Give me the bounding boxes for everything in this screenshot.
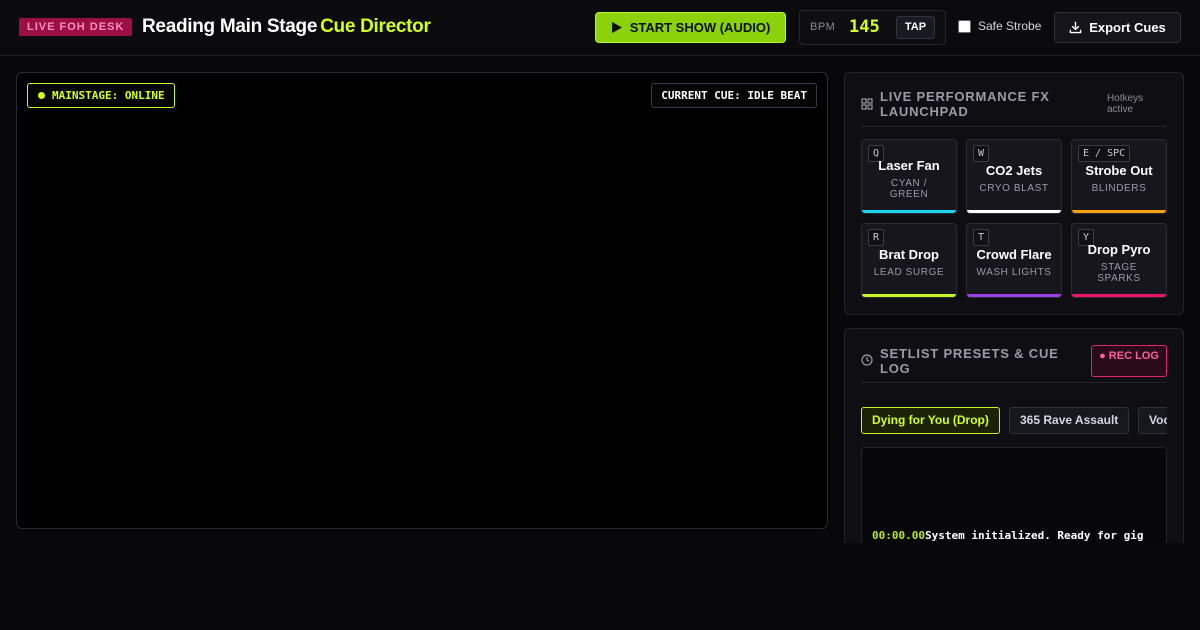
fx-pad-subtitle: CRYO BLAST: [979, 183, 1049, 194]
hotkey-label: W: [973, 145, 990, 162]
hotkey-label: E / SPC: [1078, 145, 1131, 162]
fx-pad-color-bar: [1072, 210, 1166, 213]
clock-icon: [861, 354, 873, 366]
fx-pad-crowd-flare[interactable]: T Crowd Flare WASH LIGHTS: [966, 223, 1062, 298]
page-footer-area: [0, 543, 1200, 630]
fx-pad-subtitle: LEAD SURGE: [873, 267, 945, 278]
fx-pad-color-bar: [862, 210, 956, 213]
rec-log-button[interactable]: ● REC LOG: [1091, 345, 1167, 377]
start-show-button[interactable]: START SHOW (AUDIO): [595, 12, 786, 43]
fx-pad-name: Crowd Flare: [976, 247, 1052, 262]
setlist-presets: Dying for You (Drop) 365 Rave Assault Vo…: [861, 407, 1167, 435]
bpm-value: 145: [849, 17, 880, 37]
fx-pad-strobe-out[interactable]: E / SPC Strobe Out BLINDERS: [1071, 139, 1167, 214]
current-cue-badge: CURRENT CUE: IDLE BEAT: [651, 83, 817, 108]
cue-log-title: SETLIST PRESETS & CUE LOG: [880, 346, 1059, 376]
preset-voc[interactable]: Voc: [1138, 407, 1167, 434]
app-title: Reading Main Stage Cue Director: [142, 16, 431, 38]
safe-strobe-label: Safe Strobe: [978, 19, 1042, 33]
download-icon: [1069, 21, 1082, 34]
start-show-label: START SHOW (AUDIO): [629, 20, 771, 35]
export-cues-label: Export Cues: [1089, 20, 1166, 35]
app-title-main: Reading Main Stage: [142, 16, 318, 37]
cue-log-panel: SETLIST PRESETS & CUE LOG ● REC LOG Dyin…: [844, 328, 1184, 587]
grid-icon: [861, 98, 873, 110]
fx-launchpad-header: LIVE PERFORMANCE FX LAUNCHPAD Hotkeys ac…: [861, 73, 1167, 127]
log-entry: 00:00.00System initialized. Ready for gi…: [872, 529, 1144, 542]
preset-365-rave-assault[interactable]: 365 Rave Assault: [1009, 407, 1130, 434]
fx-pad-name: Strobe Out: [1085, 163, 1153, 178]
stage-status-badge: MAINSTAGE: ONLINE: [27, 83, 175, 108]
fx-pad-color-bar: [967, 210, 1061, 213]
stage-status-text: MAINSTAGE: ONLINE: [52, 89, 165, 102]
top-bar: LIVE FOH DESK Reading Main Stage Cue Dire…: [0, 0, 1200, 56]
fx-pad-name: Drop Pyro: [1087, 242, 1151, 257]
fx-pad-brat-drop[interactable]: R Brat Drop LEAD SURGE: [861, 223, 957, 298]
export-cues-button[interactable]: Export Cues: [1054, 12, 1181, 43]
fx-pad-subtitle: STAGE SPARKS: [1097, 262, 1141, 284]
fx-pad-color-bar: [967, 294, 1061, 297]
tap-tempo-button[interactable]: TAP: [896, 16, 935, 39]
fx-pad-subtitle: WASH LIGHTS: [976, 267, 1052, 278]
fx-pad-name: Laser Fan: [878, 158, 940, 173]
fx-pad-co2-jets[interactable]: W CO2 Jets CRYO BLAST: [966, 139, 1062, 214]
fx-pad-name: Brat Drop: [879, 247, 939, 262]
fx-launchpad-title: LIVE PERFORMANCE FX LAUNCHPAD: [880, 89, 1050, 119]
fx-pad-subtitle: CYAN / GREEN: [889, 178, 929, 200]
preset-dying-for-you[interactable]: Dying for You (Drop): [861, 407, 1000, 434]
fx-pad-subtitle: BLINDERS: [1091, 183, 1147, 194]
fx-pad-color-bar: [862, 294, 956, 297]
hotkey-label: R: [868, 229, 885, 246]
fx-pad-color-bar: [1072, 294, 1166, 297]
safe-strobe-checkbox[interactable]: [958, 19, 971, 33]
hotkey-label: T: [973, 229, 990, 246]
safe-strobe-toggle[interactable]: Safe Strobe: [958, 19, 1041, 33]
fx-pad-laser-fan[interactable]: Q Laser Fan CYAN / GREEN: [861, 139, 957, 214]
fx-launchpad-panel: LIVE PERFORMANCE FX LAUNCHPAD Hotkeys ac…: [844, 72, 1184, 315]
play-icon: [611, 22, 622, 33]
online-dot-icon: [38, 92, 45, 99]
app-title-accent: Cue Director: [320, 16, 431, 37]
live-badge: LIVE FOH DESK: [19, 18, 133, 36]
fx-pad-drop-pyro[interactable]: Y Drop Pyro STAGE SPARKS: [1071, 223, 1167, 298]
bpm-label: BPM: [810, 21, 836, 33]
log-message: System initialized. Ready for gig: [924, 529, 1144, 542]
bpm-control: BPM 145 TAP: [799, 10, 946, 45]
fx-pad-name: CO2 Jets: [985, 163, 1043, 178]
stage-canvas[interactable]: MAINSTAGE: ONLINE CURRENT CUE: IDLE BEAT: [16, 72, 828, 529]
hotkeys-status: Hotkeys active: [1107, 93, 1144, 115]
log-timestamp: 00:00.00: [872, 529, 925, 542]
